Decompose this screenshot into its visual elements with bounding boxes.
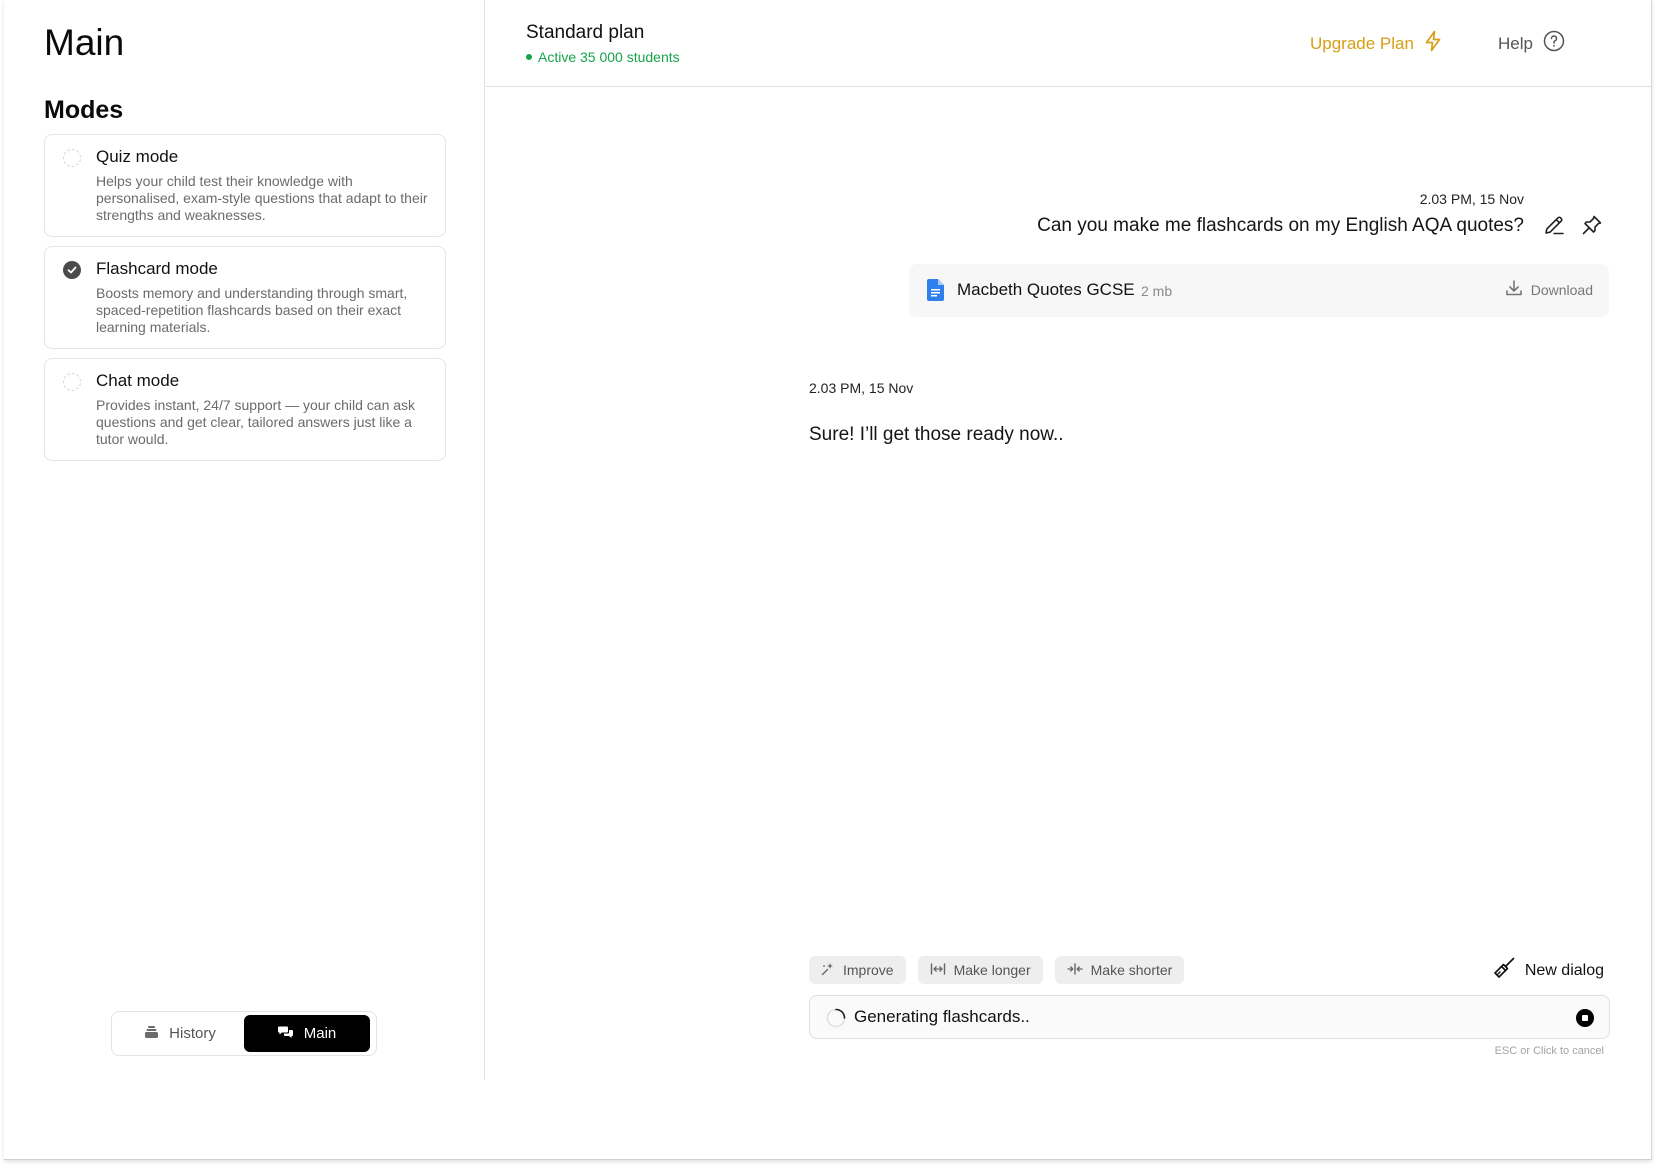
upgrade-plan-button[interactable]: Upgrade Plan: [1310, 30, 1442, 57]
mode-card-flashcard[interactable]: Flashcard mode Boosts memory and underst…: [44, 246, 446, 349]
file-attachment[interactable]: Macbeth Quotes GCSE 2 mb Download: [909, 264, 1609, 317]
plan-status: Active 35 000 students: [526, 49, 680, 65]
document-icon: [927, 279, 944, 306]
modes-heading: Modes: [44, 96, 124, 124]
new-dialog-label: New dialog: [1524, 961, 1604, 979]
main-label: Main: [303, 1025, 337, 1042]
pencil-icon[interactable]: [1542, 213, 1566, 237]
ai-message: Sure! I’ll get those ready now..: [809, 424, 1064, 445]
top-header: Standard plan Active 35 000 students Upg…: [486, 0, 1652, 87]
improve-chip[interactable]: Improve: [809, 956, 906, 984]
message-input[interactable]: Generating flashcards..: [809, 995, 1610, 1039]
message-actions: [1542, 213, 1604, 237]
sparkle-icon: [821, 962, 835, 979]
loading-spinner-icon: [825, 1007, 847, 1034]
download-button[interactable]: Download: [1505, 279, 1593, 300]
radio-unchecked-icon[interactable]: [63, 149, 81, 167]
ai-message-time: 2.03 PM, 15 Nov: [809, 380, 914, 396]
lightning-icon: [1424, 30, 1442, 57]
make-shorter-label: Make shorter: [1090, 962, 1173, 978]
stop-icon[interactable]: [1576, 1009, 1594, 1027]
help-label: Help: [1498, 33, 1533, 53]
sidebar: Main Modes Quiz mode Helps your child te…: [4, 0, 485, 1080]
help-button[interactable]: Help: [1498, 30, 1565, 57]
make-shorter-chip[interactable]: Make shorter: [1054, 956, 1185, 984]
improve-label: Improve: [843, 962, 894, 978]
generation-status: Generating flashcards..: [854, 1007, 1030, 1026]
mode-description: Provides instant, 24/7 support — your ch…: [96, 397, 416, 447]
suggestion-chips: Improve Make longer Make shorter: [809, 956, 1185, 984]
radio-checked-icon[interactable]: [63, 261, 81, 279]
mode-description: Boosts memory and understanding through …: [96, 285, 408, 335]
download-label: Download: [1530, 281, 1593, 298]
question-circle-icon: [1543, 30, 1565, 57]
plan-name: Standard plan: [526, 22, 645, 43]
chat-area: 2.03 PM, 15 Nov Can you make me flashcar…: [486, 88, 1652, 1080]
chat-bubbles-icon: [277, 1025, 294, 1043]
make-longer-chip[interactable]: Make longer: [917, 956, 1043, 984]
user-message-time: 2.03 PM, 15 Nov: [1419, 191, 1524, 207]
mode-title: Quiz mode: [96, 147, 179, 166]
app-window: Main Modes Quiz mode Helps your child te…: [4, 0, 1652, 1160]
status-dot-icon: [526, 54, 532, 60]
compress-horizontal-icon: [1066, 962, 1083, 979]
download-icon: [1505, 279, 1523, 300]
plan-status-text: Active 35 000 students: [538, 49, 680, 65]
user-message: Can you make me flashcards on my English…: [1037, 215, 1524, 236]
sidebar-title: Main: [44, 22, 125, 63]
view-switcher: History Main: [111, 1011, 377, 1056]
history-label: History: [169, 1025, 216, 1042]
stack-icon: [144, 1025, 159, 1043]
mode-card-quiz[interactable]: Quiz mode Helps your child test their kn…: [44, 134, 446, 237]
expand-horizontal-icon: [930, 962, 946, 979]
pin-icon[interactable]: [1580, 213, 1604, 237]
history-tab[interactable]: History: [116, 1015, 244, 1052]
main-tab[interactable]: Main: [244, 1015, 370, 1052]
file-name: Macbeth Quotes GCSE: [957, 280, 1135, 299]
mode-title: Chat mode: [96, 371, 180, 390]
cancel-hint: ESC or Click to cancel: [1494, 1045, 1604, 1057]
mode-title: Flashcard mode: [96, 259, 218, 278]
new-dialog-button[interactable]: New dialog: [1493, 957, 1604, 984]
upgrade-label: Upgrade Plan: [1310, 33, 1414, 53]
make-longer-label: Make longer: [953, 962, 1031, 978]
mode-card-chat[interactable]: Chat mode Provides instant, 24/7 support…: [44, 358, 446, 461]
file-size: 2 mb: [1141, 283, 1173, 299]
mode-description: Helps your child test their knowledge wi…: [96, 173, 428, 223]
radio-unchecked-icon[interactable]: [63, 373, 81, 391]
broom-icon: [1493, 957, 1515, 984]
